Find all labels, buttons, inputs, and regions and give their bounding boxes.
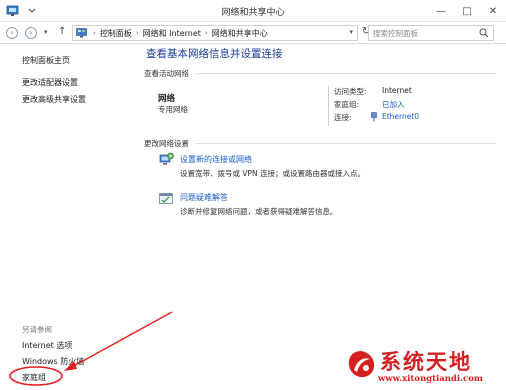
- recent-locations-dropdown-icon[interactable]: ▾: [44, 28, 48, 36]
- breadcrumb-network-internet[interactable]: 网络和 Internet: [143, 28, 201, 39]
- homegroup-label: 家庭组:: [334, 100, 360, 109]
- arrow-right-icon: ›: [29, 28, 33, 37]
- ethernet-icon: [371, 112, 377, 122]
- windows-firewall-link[interactable]: Windows 防火墙: [22, 356, 84, 367]
- watermark-logo-icon: [348, 351, 375, 378]
- access-type-value: Internet: [382, 86, 412, 95]
- homegroup-link[interactable]: 家庭组: [22, 372, 46, 383]
- homegroup-status-link[interactable]: 已加入: [382, 99, 405, 110]
- close-button[interactable]: ✕: [480, 0, 506, 22]
- change-advanced-sharing-link[interactable]: 更改高级共享设置: [22, 94, 86, 105]
- setup-new-connection-desc: 设置宽带、拨号或 VPN 连接；或设置路由器或接入点。: [180, 169, 366, 178]
- internet-options-link[interactable]: Internet 选项: [22, 340, 72, 351]
- network-setup-icon: [159, 152, 174, 165]
- title-bar: 网络和共享中心 — □ ✕: [0, 0, 506, 22]
- breadcrumb-separator: ›: [93, 29, 96, 37]
- ethernet-connection-link[interactable]: Ethernet0: [382, 112, 419, 121]
- network-type[interactable]: 专用网络: [158, 104, 188, 115]
- watermark-title: 系统天地: [380, 350, 472, 374]
- forward-button[interactable]: ›: [25, 27, 37, 39]
- control-panel-home-link[interactable]: 控制面板主页: [22, 55, 70, 66]
- window-controls: — □ ✕: [428, 0, 506, 22]
- network-divider: [328, 86, 329, 126]
- change-adapter-settings-link[interactable]: 更改适配器设置: [22, 77, 78, 88]
- search-input[interactable]: [373, 27, 477, 39]
- see-also-heading: 另请参阅: [22, 325, 52, 334]
- watermark-url: www.xitongtiandi.com: [378, 374, 483, 384]
- section-divider: [196, 73, 496, 74]
- network-name: 网络: [158, 94, 176, 104]
- search-icon[interactable]: [479, 28, 489, 38]
- maximize-button[interactable]: □: [454, 0, 480, 22]
- troubleshoot-icon: [159, 193, 173, 204]
- left-navigation-pane: 控制面板主页 更改适配器设置 更改高级共享设置 另请参阅 Internet 选项…: [0, 44, 130, 390]
- section-divider: [196, 143, 496, 144]
- breadcrumb-separator: ›: [204, 29, 208, 37]
- address-bar[interactable]: › 控制面板 › 网络和 Internet › 网络和共享中心 ▾: [72, 25, 358, 41]
- back-button[interactable]: ‹: [6, 27, 18, 39]
- arrow-left-icon: ‹: [10, 28, 14, 37]
- address-history-dropdown-icon[interactable]: ▾: [349, 28, 353, 36]
- control-panel-icon: [76, 28, 87, 38]
- page-title: 查看基本网络信息并设置连接: [146, 48, 283, 60]
- active-networks-heading: 查看活动网络: [144, 69, 189, 78]
- main-content: 查看基本网络信息并设置连接 查看活动网络 网络 专用网络 访问类型: Inter…: [144, 44, 496, 390]
- watermark: 系统天地 www.xitongtiandi.com: [344, 344, 506, 390]
- change-settings-heading: 更改网络设置: [144, 139, 189, 148]
- breadcrumb-network-sharing-center[interactable]: 网络和共享中心: [212, 28, 268, 39]
- up-arrow-icon[interactable]: ↑: [58, 26, 66, 37]
- troubleshoot-problems-desc: 诊断并修复网络问题，或者获得疑难解答信息。: [180, 207, 338, 216]
- search-box[interactable]: [368, 25, 494, 41]
- address-toolbar: ‹ › ▾ ↑ › 控制面板 › 网络和 Internet › 网络和共享中心 …: [0, 22, 506, 44]
- breadcrumb-separator: ›: [135, 29, 139, 37]
- access-type-label: 访问类型:: [334, 87, 367, 96]
- minimize-button[interactable]: —: [428, 0, 454, 22]
- setup-new-connection-link[interactable]: 设置新的连接或网络: [180, 154, 252, 165]
- breadcrumb-control-panel[interactable]: 控制面板: [100, 28, 132, 39]
- connection-label: 连接:: [334, 113, 352, 122]
- troubleshoot-problems-link[interactable]: 问题疑难解答: [180, 192, 228, 203]
